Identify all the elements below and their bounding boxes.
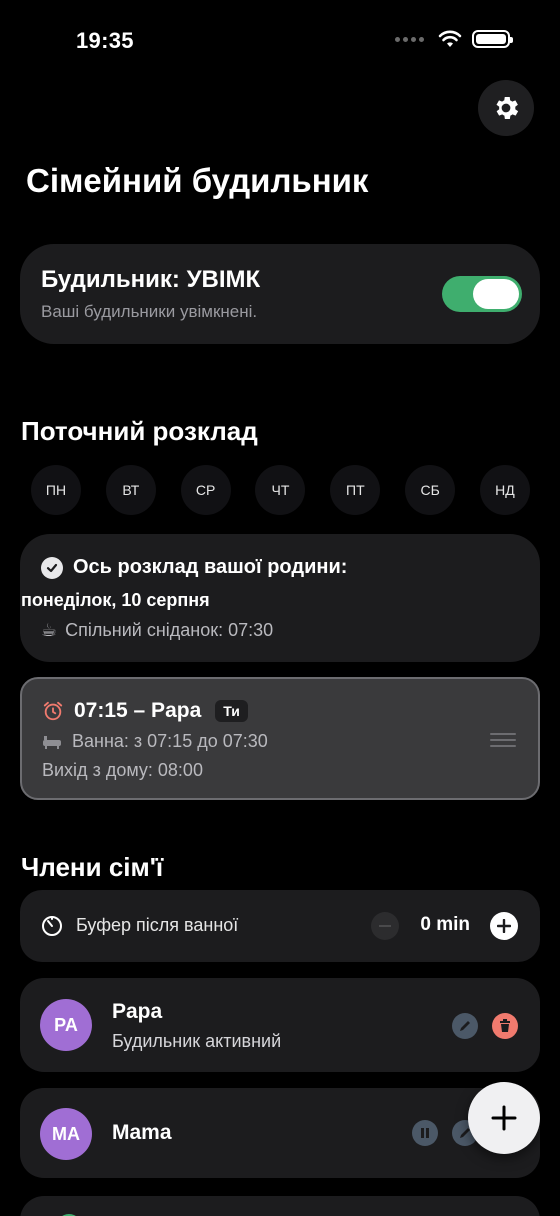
check-circle-icon: [41, 556, 63, 579]
signal-icon: [395, 36, 424, 42]
breakfast-text: Спільний сніданок: 07:30: [65, 620, 274, 640]
minus-icon: [379, 925, 391, 927]
status-bar: 19:35: [0, 0, 560, 84]
day-button[interactable]: ЧТ: [255, 465, 306, 515]
schedule-section-title: Поточний розклад: [21, 416, 258, 446]
battery-icon: [472, 30, 513, 48]
settings-button[interactable]: [478, 80, 534, 136]
alarm-clock-icon: [43, 701, 63, 721]
status-icons: [395, 30, 513, 48]
trash-icon: [500, 1019, 510, 1032]
member-name: Papa: [112, 1000, 163, 1023]
pause-button[interactable]: [412, 1120, 438, 1146]
buffer-increase-button[interactable]: [490, 912, 518, 940]
bath-text: Ванна: з 07:15 до 07:30: [72, 731, 268, 751]
breakfast-row: ☕ Спільний сніданок: 07:30: [41, 620, 273, 641]
day-button[interactable]: СР: [180, 465, 231, 515]
you-badge: Ти: [215, 700, 248, 722]
entry-time-name: 07:15 – Papa: [74, 699, 202, 722]
bathtub-icon: [43, 735, 61, 749]
gear-icon: [496, 97, 519, 119]
plus-icon: [491, 1105, 517, 1131]
day-button[interactable]: НД: [479, 465, 530, 515]
plus-icon: [497, 919, 511, 933]
edit-button[interactable]: [452, 1013, 478, 1039]
alarm-toggle[interactable]: [442, 276, 522, 312]
pause-icon: [421, 1128, 429, 1138]
member-card[interactable]: [20, 1196, 540, 1216]
delete-button[interactable]: [492, 1013, 518, 1039]
schedule-summary-heading: Ось розклад вашої родини:: [73, 556, 348, 578]
day-button[interactable]: СБ: [405, 465, 456, 515]
drag-handle[interactable]: [490, 733, 516, 751]
member-name: Mama: [112, 1121, 172, 1144]
wifi-icon: [438, 30, 462, 47]
schedule-date: понеділок, 10 серпня: [21, 590, 210, 610]
bath-buffer-card: Буфер після ванної 0 min: [20, 890, 540, 962]
alarm-status-title: Будильник: УВІМК: [41, 266, 261, 293]
toggle-knob: [473, 279, 519, 309]
family-section-title: Члени сім'ї: [21, 852, 164, 882]
schedule-entry-card[interactable]: 07:15 – Papa Ти Ванна: з 07:15 до 07:30 …: [20, 677, 540, 800]
buffer-decrease-button[interactable]: [371, 912, 399, 940]
member-card[interactable]: MA Mama: [20, 1088, 540, 1178]
day-button[interactable]: ВТ: [105, 465, 156, 515]
avatar: PA: [40, 999, 92, 1051]
bath-row: Ванна: з 07:15 до 07:30: [42, 731, 268, 752]
alarm-status-card: Будильник: УВІМК Ваші будильники увімкне…: [20, 244, 540, 344]
buffer-label: Буфер після ванної: [76, 915, 239, 935]
buffer-value: 0 min: [420, 914, 470, 935]
status-time: 19:35: [76, 28, 134, 53]
add-member-button[interactable]: [468, 1082, 540, 1154]
coffee-icon: ☕: [41, 620, 58, 640]
alarm-status-subtitle: Ваші будильники увімкнені.: [41, 302, 258, 321]
entry-heading-row: 07:15 – Papa Ти: [42, 699, 248, 723]
timer-icon: [42, 916, 62, 936]
member-status: Будильник активний: [112, 1031, 282, 1051]
avatar: MA: [40, 1108, 92, 1160]
day-button[interactable]: ПТ: [330, 465, 381, 515]
day-selector: ПН ВТ СР ЧТ ПТ СБ НД: [31, 465, 530, 515]
member-card[interactable]: PA Papa Будильник активний: [20, 978, 540, 1072]
leave-text: Вихід з дому: 08:00: [42, 760, 203, 780]
day-button[interactable]: ПН: [31, 465, 81, 515]
pencil-icon: [460, 1021, 470, 1031]
page-title: Сімейний будильник: [26, 162, 369, 199]
schedule-summary-heading-row: Ось розклад вашої родини:: [41, 556, 347, 579]
